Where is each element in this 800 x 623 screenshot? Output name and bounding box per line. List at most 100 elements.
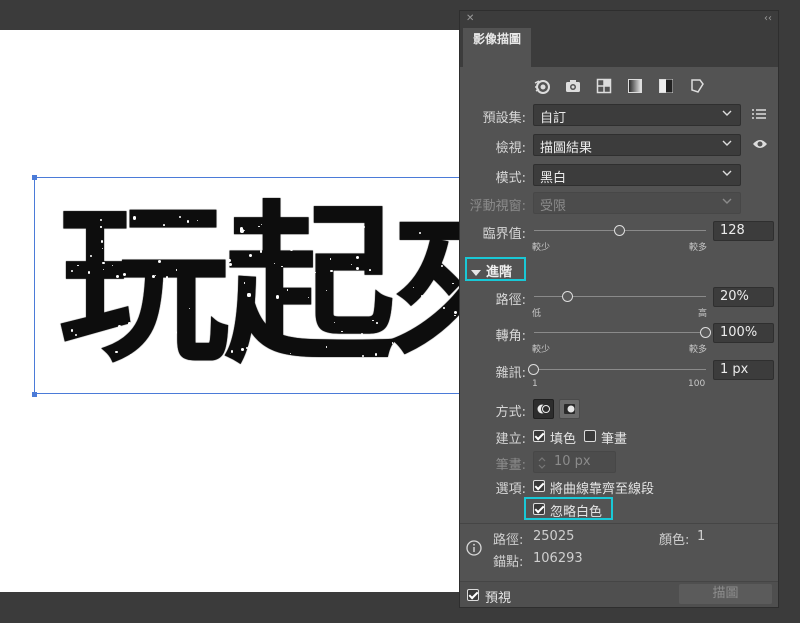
eye-icon[interactable]	[752, 138, 768, 150]
method-overlapping-button[interactable]	[559, 399, 580, 419]
noise-label: 雜訊:	[495, 366, 526, 381]
fill-checkbox[interactable]	[533, 430, 545, 442]
colors-count-label: 顏色:	[659, 533, 690, 548]
stepper-arrows-icon	[538, 457, 546, 469]
panel-footer: 預視 描圖	[460, 581, 778, 607]
palette-label: 浮動視窗:	[469, 199, 526, 214]
create-row: 建立: 填色 筆畫	[460, 424, 778, 448]
panel-titlebar: ✕ ‹‹	[460, 11, 778, 25]
preview-label: 預視	[485, 591, 512, 606]
corners-row: 轉角: 100% 較少 較多	[460, 321, 778, 355]
threshold-slider-knob[interactable]	[614, 225, 625, 236]
noise-slider-track[interactable]	[534, 369, 706, 370]
paths-slider-track[interactable]	[534, 296, 706, 297]
chevron-down-icon	[722, 198, 732, 204]
corners-max-label: 較多	[689, 345, 708, 355]
trace-button[interactable]: 描圖	[679, 584, 772, 604]
paths-slider-knob[interactable]	[562, 291, 574, 302]
paths-max-label: 高	[698, 309, 708, 319]
ignore-white-highlight	[524, 497, 613, 520]
preset-select[interactable]: 自訂	[533, 104, 741, 126]
anchors-count-label: 錨點:	[493, 555, 524, 570]
threshold-max-label: 較多	[689, 243, 708, 253]
chevron-down-icon	[722, 110, 732, 116]
black-white-icon[interactable]	[655, 75, 676, 96]
grayscale-icon[interactable]	[624, 75, 645, 96]
snap-curves-label: 將曲線靠齊至線段	[550, 482, 655, 497]
paths-count-value: 25025	[533, 529, 575, 544]
info-icon	[466, 540, 482, 556]
create-label: 建立:	[495, 432, 526, 447]
preview-checkbox[interactable]	[467, 589, 479, 601]
palette-row: 浮動視窗: 受限	[460, 191, 778, 215]
camera-icon[interactable]	[562, 75, 583, 96]
selection-bounding-box[interactable]	[34, 177, 474, 394]
palette-select: 受限	[533, 192, 741, 214]
disclosure-triangle-icon	[471, 269, 481, 276]
method-abutting-button[interactable]	[533, 399, 554, 419]
options-row: 選項: 將曲線靠齊至線段	[460, 474, 778, 498]
chevron-down-icon	[722, 170, 732, 176]
corners-value-field[interactable]: 100%	[713, 323, 774, 343]
paths-row: 路徑: 20% 低 高	[460, 285, 778, 319]
threshold-min-label: 較少	[532, 243, 551, 253]
noise-max-label: 100	[688, 379, 706, 389]
auto-color-icon[interactable]	[531, 75, 552, 96]
palette-value: 受限	[540, 199, 567, 214]
paths-value-field[interactable]: 20%	[713, 287, 774, 307]
threshold-label: 臨界值:	[482, 227, 526, 242]
preset-label: 預設集:	[482, 111, 526, 126]
noise-slider-knob[interactable]	[528, 364, 539, 375]
noise-row: 雜訊: 1 px 1 100	[460, 358, 778, 389]
view-select[interactable]: 描圖結果	[533, 134, 741, 156]
advanced-label: 進階	[486, 265, 513, 280]
fill-label: 填色	[550, 432, 577, 447]
abutting-method-icon	[537, 404, 551, 414]
close-icon[interactable]: ✕	[466, 13, 474, 24]
corners-label: 轉角:	[495, 329, 526, 344]
view-label: 檢視:	[495, 141, 526, 156]
tab-image-trace[interactable]: 影像描圖	[463, 28, 532, 68]
paths-count-label: 路徑:	[493, 533, 524, 548]
selection-handle-top-left[interactable]	[32, 175, 37, 180]
method-label: 方式:	[495, 405, 526, 420]
stroke-checkbox[interactable]	[584, 430, 596, 442]
preset-toolbar	[460, 75, 778, 96]
noise-value-field[interactable]: 1 px	[713, 360, 774, 380]
corners-min-label: 較少	[532, 345, 551, 355]
mode-select[interactable]: 黑白	[533, 164, 741, 186]
chevron-down-icon	[722, 140, 732, 146]
selection-handle-bottom-left[interactable]	[32, 392, 37, 397]
anchors-count-value: 106293	[533, 551, 583, 566]
snap-curves-checkbox[interactable]	[533, 480, 545, 492]
ignore-white-row: 忽略白色	[460, 497, 778, 521]
stroke-row: 筆畫: 10 px	[460, 450, 778, 474]
threshold-value-field[interactable]: 128	[713, 221, 774, 241]
stroke-width-value: 10 px	[554, 454, 591, 469]
preset-value: 自訂	[540, 111, 567, 126]
view-row: 檢視: 描圖結果	[460, 133, 778, 157]
stroke-width-label: 筆畫:	[495, 458, 526, 473]
threshold-row: 臨界值: 128 較少 較多	[460, 219, 778, 253]
image-trace-panel: ✕ ‹‹ 影像描圖 預設集: 自訂 檢視: 描圖結果 模式: 黑白 浮動視窗: …	[459, 10, 779, 608]
preset-list-icon[interactable]	[752, 108, 766, 120]
grid-icon[interactable]	[593, 75, 614, 96]
mode-value: 黑白	[540, 171, 567, 186]
outline-icon[interactable]	[686, 75, 707, 96]
method-row: 方式:	[460, 397, 778, 421]
mode-row: 模式: 黑白	[460, 163, 778, 187]
noise-min-label: 1	[532, 379, 538, 389]
options-label: 選項:	[495, 482, 526, 497]
advanced-section-toggle[interactable]: 進階	[465, 257, 526, 281]
paths-min-label: 低	[532, 309, 542, 319]
stats-divider	[460, 523, 778, 524]
mode-label: 模式:	[495, 171, 526, 186]
panel-tabbar: 影像描圖	[460, 25, 778, 68]
corners-slider-track[interactable]	[534, 332, 706, 333]
overlapping-method-icon	[563, 404, 575, 414]
paths-label: 路徑:	[495, 293, 526, 308]
collapse-icon[interactable]: ‹‹	[764, 13, 772, 24]
view-value: 描圖結果	[540, 141, 593, 156]
colors-count-value: 1	[697, 529, 706, 544]
corners-slider-knob[interactable]	[700, 327, 711, 338]
